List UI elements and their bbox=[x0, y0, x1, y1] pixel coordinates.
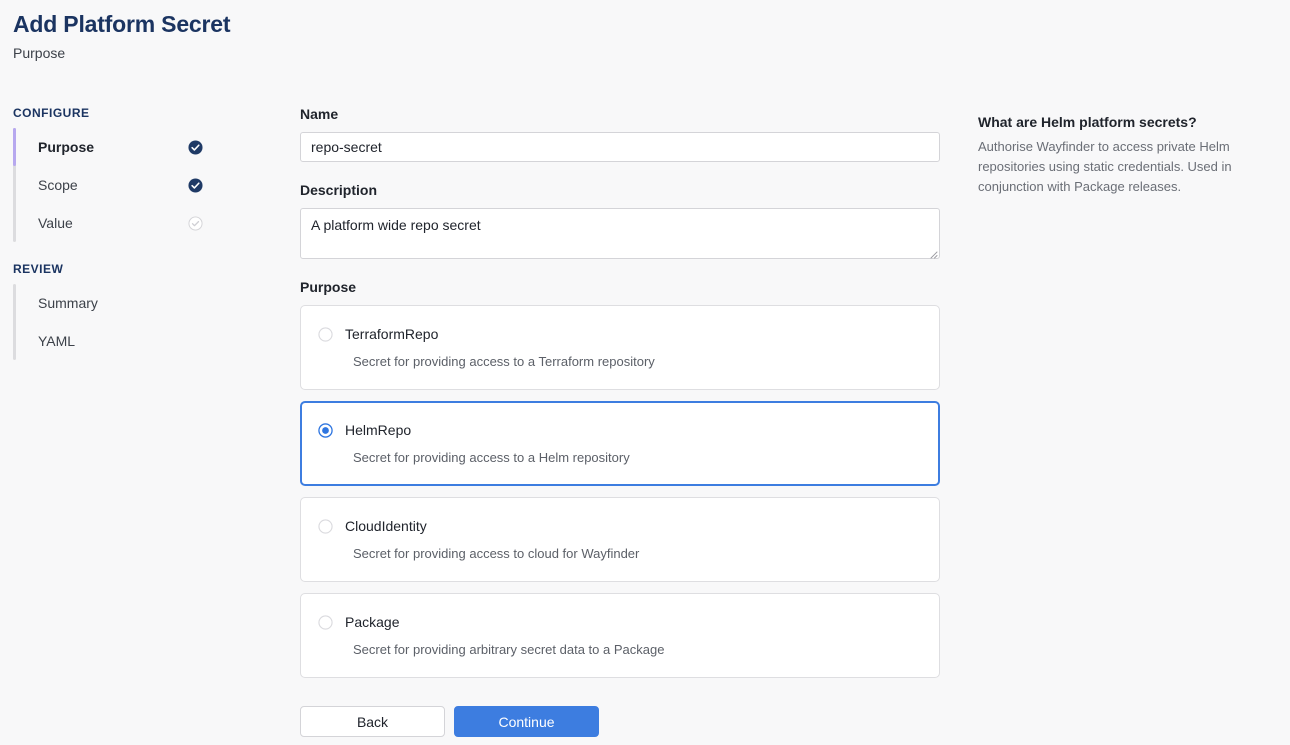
step-list-configure: Purpose Scope Value bbox=[13, 128, 273, 242]
form-actions: Back Continue bbox=[300, 706, 940, 737]
purpose-option-list: TerraformRepo Secret for providing acces… bbox=[300, 305, 940, 678]
help-panel-body: Authorise Wayfinder to access private He… bbox=[978, 139, 1232, 194]
sidebar-item-value[interactable]: Value bbox=[13, 204, 273, 242]
page-title: Add Platform Secret bbox=[13, 11, 231, 37]
purpose-option-helmrepo[interactable]: HelmRepo Secret for providing access to … bbox=[300, 401, 940, 486]
name-input[interactable] bbox=[300, 132, 940, 162]
back-button[interactable]: Back bbox=[300, 706, 445, 737]
option-label: TerraformRepo bbox=[345, 326, 439, 342]
option-description: Secret for providing arbitrary secret da… bbox=[353, 642, 665, 657]
option-label: Package bbox=[345, 614, 400, 630]
sidebar-item-summary[interactable]: Summary bbox=[13, 284, 273, 322]
page-header: Add Platform Secret Purpose bbox=[13, 8, 713, 63]
name-field-label: Name bbox=[300, 106, 339, 122]
help-panel-title: What are Helm platform secrets? bbox=[978, 114, 1197, 130]
check-circle-outline-icon bbox=[188, 215, 203, 231]
option-label: CloudIdentity bbox=[345, 518, 427, 534]
check-circle-filled-icon bbox=[188, 139, 203, 155]
sidebar-item-label: Summary bbox=[38, 295, 98, 311]
step-list-review: Summary YAML bbox=[13, 284, 273, 360]
purpose-option-cloudidentity[interactable]: CloudIdentity Secret for providing acces… bbox=[300, 497, 940, 582]
option-description: Secret for providing access to cloud for… bbox=[353, 546, 640, 561]
description-field-label: Description bbox=[300, 182, 378, 198]
radio-selected-icon[interactable] bbox=[318, 422, 333, 438]
radio-unselected-icon[interactable] bbox=[318, 614, 333, 630]
sidebar-item-label: Purpose bbox=[38, 139, 95, 155]
option-description: Secret for providing access to a Terrafo… bbox=[353, 354, 655, 369]
sidebar-item-label: YAML bbox=[38, 333, 76, 349]
sidebar-item-scope[interactable]: Scope bbox=[13, 166, 273, 204]
radio-unselected-icon[interactable] bbox=[318, 518, 333, 534]
option-header: HelmRepo bbox=[318, 420, 923, 440]
page-layout: CONFIGURE Purpose Scope Value REVIEW Sum… bbox=[0, 104, 1290, 745]
description-field-block: Description bbox=[300, 180, 940, 259]
purpose-option-terraformrepo[interactable]: TerraformRepo Secret for providing acces… bbox=[300, 305, 940, 390]
sidebar-item-purpose[interactable]: Purpose bbox=[13, 128, 273, 166]
name-field-block: Name bbox=[300, 104, 940, 162]
option-description: Secret for providing access to a Helm re… bbox=[353, 450, 630, 465]
check-circle-filled-icon bbox=[188, 177, 203, 193]
page-subtitle: Purpose bbox=[13, 45, 66, 61]
step-group-title-review: REVIEW bbox=[13, 262, 64, 276]
option-label: HelmRepo bbox=[345, 422, 412, 438]
option-header: TerraformRepo bbox=[318, 324, 923, 344]
purpose-option-package[interactable]: Package Secret for providing arbitrary s… bbox=[300, 593, 940, 678]
sidebar-item-label: Scope bbox=[38, 177, 78, 193]
wizard-stepper-sidebar: CONFIGURE Purpose Scope Value REVIEW Sum… bbox=[13, 104, 273, 378]
secret-form: Name Description Purpose bbox=[300, 104, 940, 737]
option-header: CloudIdentity bbox=[318, 516, 923, 536]
sidebar-item-yaml[interactable]: YAML bbox=[13, 322, 273, 360]
help-panel: What are Helm platform secrets? Authoris… bbox=[978, 112, 1283, 197]
radio-unselected-icon[interactable] bbox=[318, 326, 333, 342]
option-header: Package bbox=[318, 612, 923, 632]
description-textarea[interactable] bbox=[300, 208, 940, 259]
purpose-field-block: Purpose TerraformRepo Secret for providi… bbox=[300, 277, 940, 678]
continue-button[interactable]: Continue bbox=[454, 706, 599, 737]
step-group-title-configure: CONFIGURE bbox=[13, 106, 90, 120]
description-textarea-wrap bbox=[300, 208, 940, 259]
sidebar-item-label: Value bbox=[38, 215, 73, 231]
purpose-field-label: Purpose bbox=[300, 279, 357, 295]
